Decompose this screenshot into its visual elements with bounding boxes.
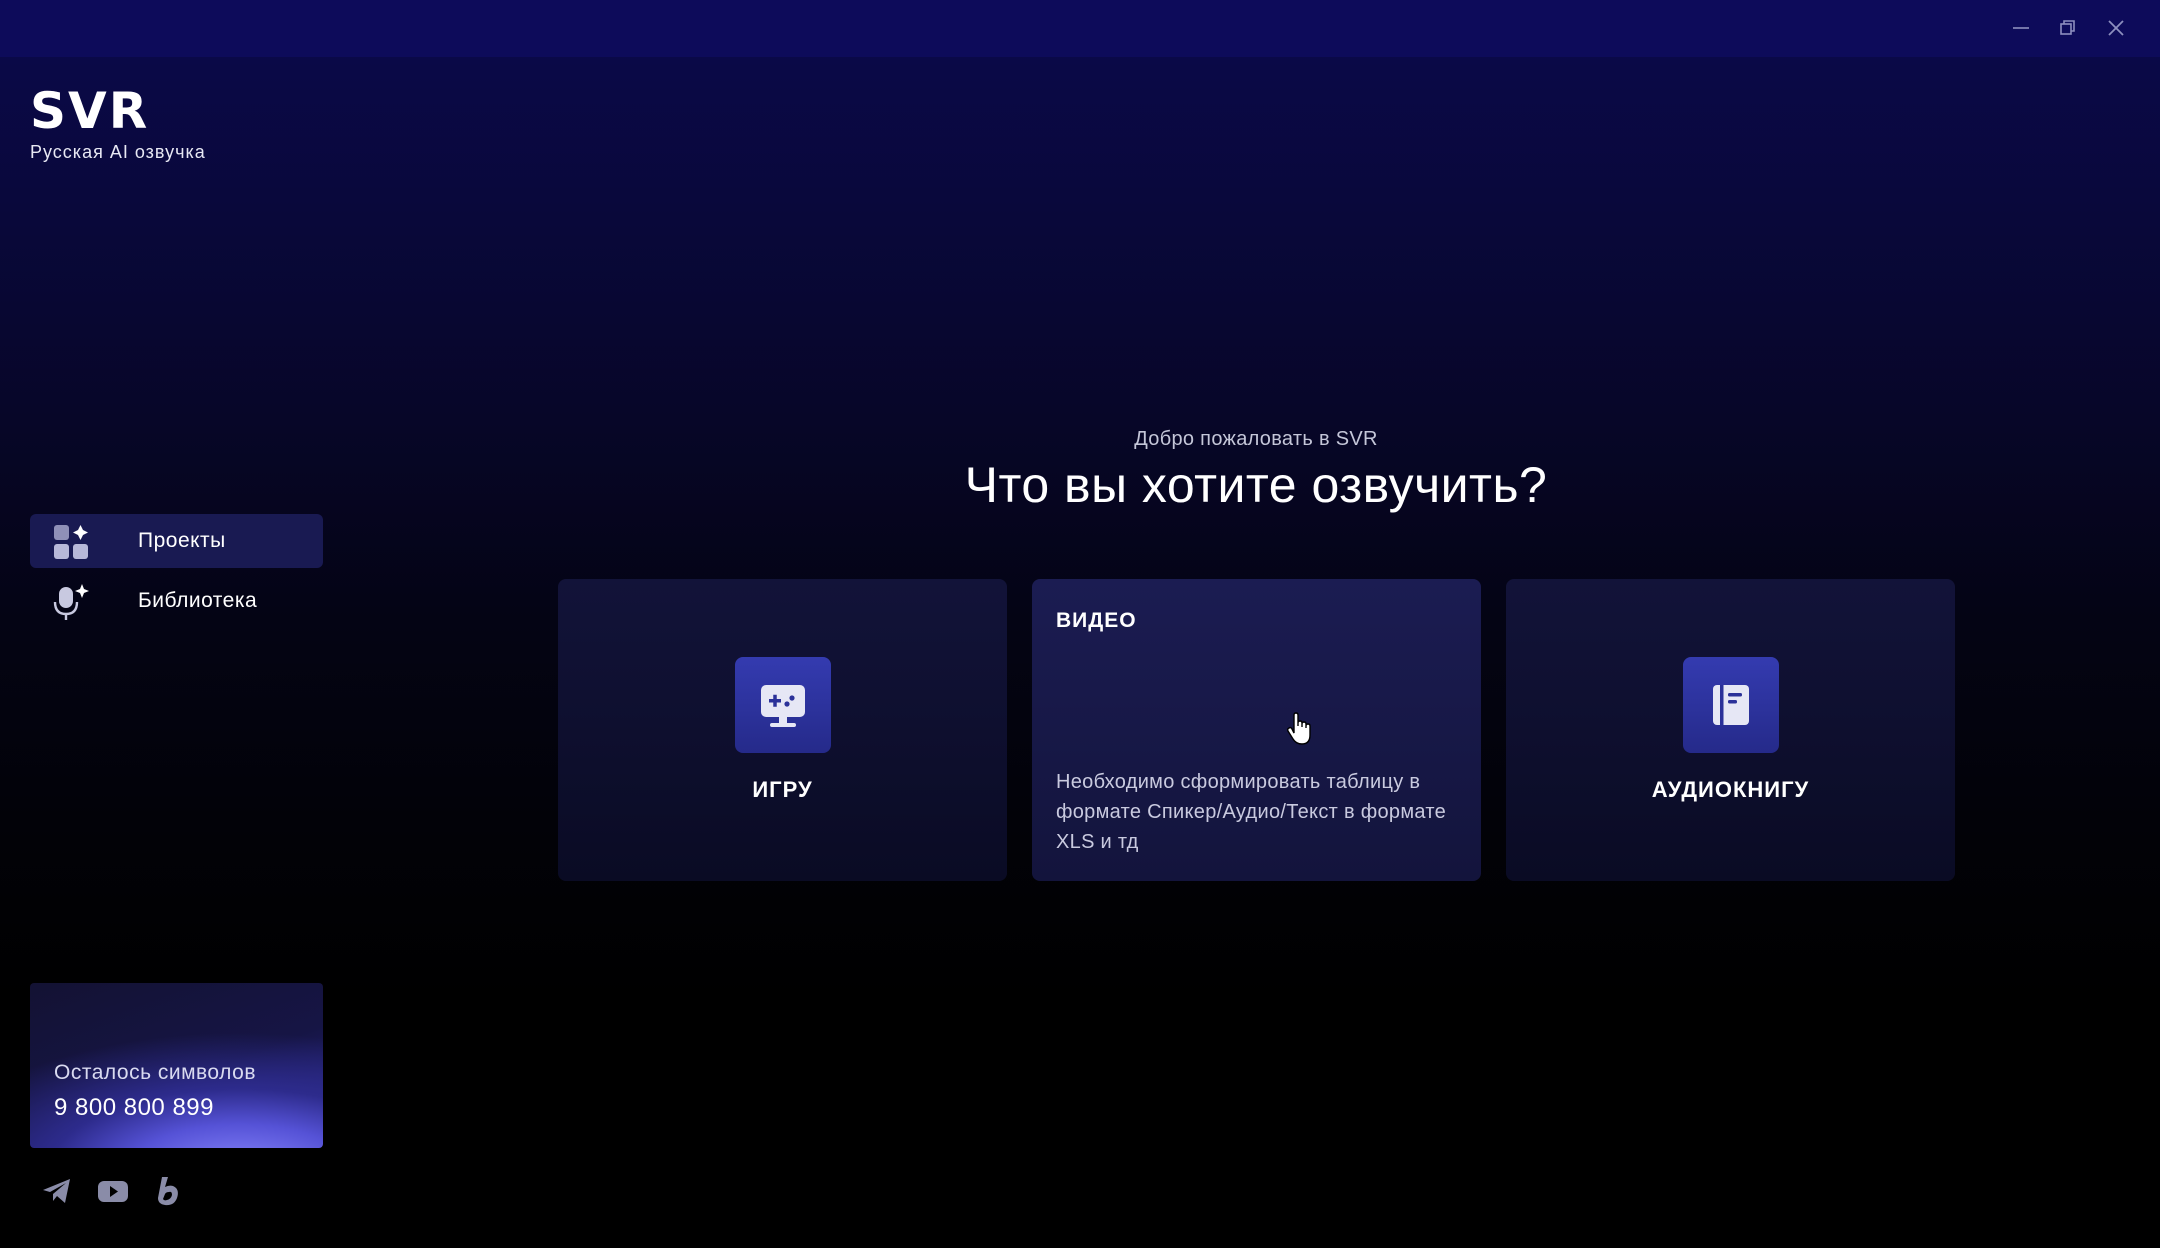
sidebar-item-library[interactable]: Библиотека	[30, 574, 323, 628]
minimize-icon	[2013, 27, 2029, 29]
logo-wordmark: SVR	[30, 82, 150, 140]
telegram-icon[interactable]	[40, 1174, 74, 1208]
close-icon	[2108, 20, 2124, 36]
welcome-text: Добро пожаловать в SVR	[1134, 428, 1378, 450]
projects-grid-icon	[54, 525, 88, 559]
sidebar-item-projects[interactable]: Проекты	[30, 514, 323, 568]
brand-logo: SVR Русская AI озвучка	[30, 86, 206, 163]
card-icon-tile	[735, 657, 831, 753]
boosty-icon[interactable]	[152, 1174, 186, 1208]
balance-value: 9 800 800 899	[54, 1094, 214, 1121]
symbols-balance-card: Осталось символов 9 800 800 899	[30, 983, 323, 1148]
restore-icon	[2060, 20, 2075, 35]
card-description: Необходимо сформировать таблицу в формат…	[1056, 771, 1447, 853]
sidebar-nav: Проекты Библиотека	[30, 514, 323, 634]
card-game[interactable]: ИГРУ	[558, 579, 1007, 881]
card-video[interactable]: ВИДЕО Необходимо сформировать таблицу в …	[1032, 579, 1481, 881]
card-title: АУДИОКНИГУ	[1651, 777, 1810, 802]
book-icon	[1713, 685, 1749, 725]
hand-pointer-cursor-icon	[1286, 712, 1311, 745]
minimize-button[interactable]	[1999, 8, 2043, 48]
balance-label: Осталось символов	[54, 1061, 256, 1084]
card-icon-tile	[1683, 657, 1779, 753]
logo-tagline: Русская AI озвучка	[30, 142, 206, 162]
page-title: Что вы хотите озвучить?	[964, 457, 1548, 513]
card-title: ВИДЕО	[1056, 609, 1137, 632]
card-audiobook[interactable]: АУДИОКНИГУ	[1506, 579, 1955, 881]
card-title: ИГРУ	[752, 777, 813, 802]
gamepad-monitor-icon	[761, 685, 805, 727]
microphone-sparkle-icon	[53, 584, 89, 620]
close-button[interactable]	[2094, 8, 2138, 48]
sidebar-item-label: Проекты	[138, 529, 226, 552]
restore-button[interactable]	[2046, 8, 2090, 48]
youtube-icon[interactable]	[96, 1174, 130, 1208]
window-titlebar	[0, 0, 2160, 57]
sidebar-item-label: Библиотека	[138, 589, 258, 612]
